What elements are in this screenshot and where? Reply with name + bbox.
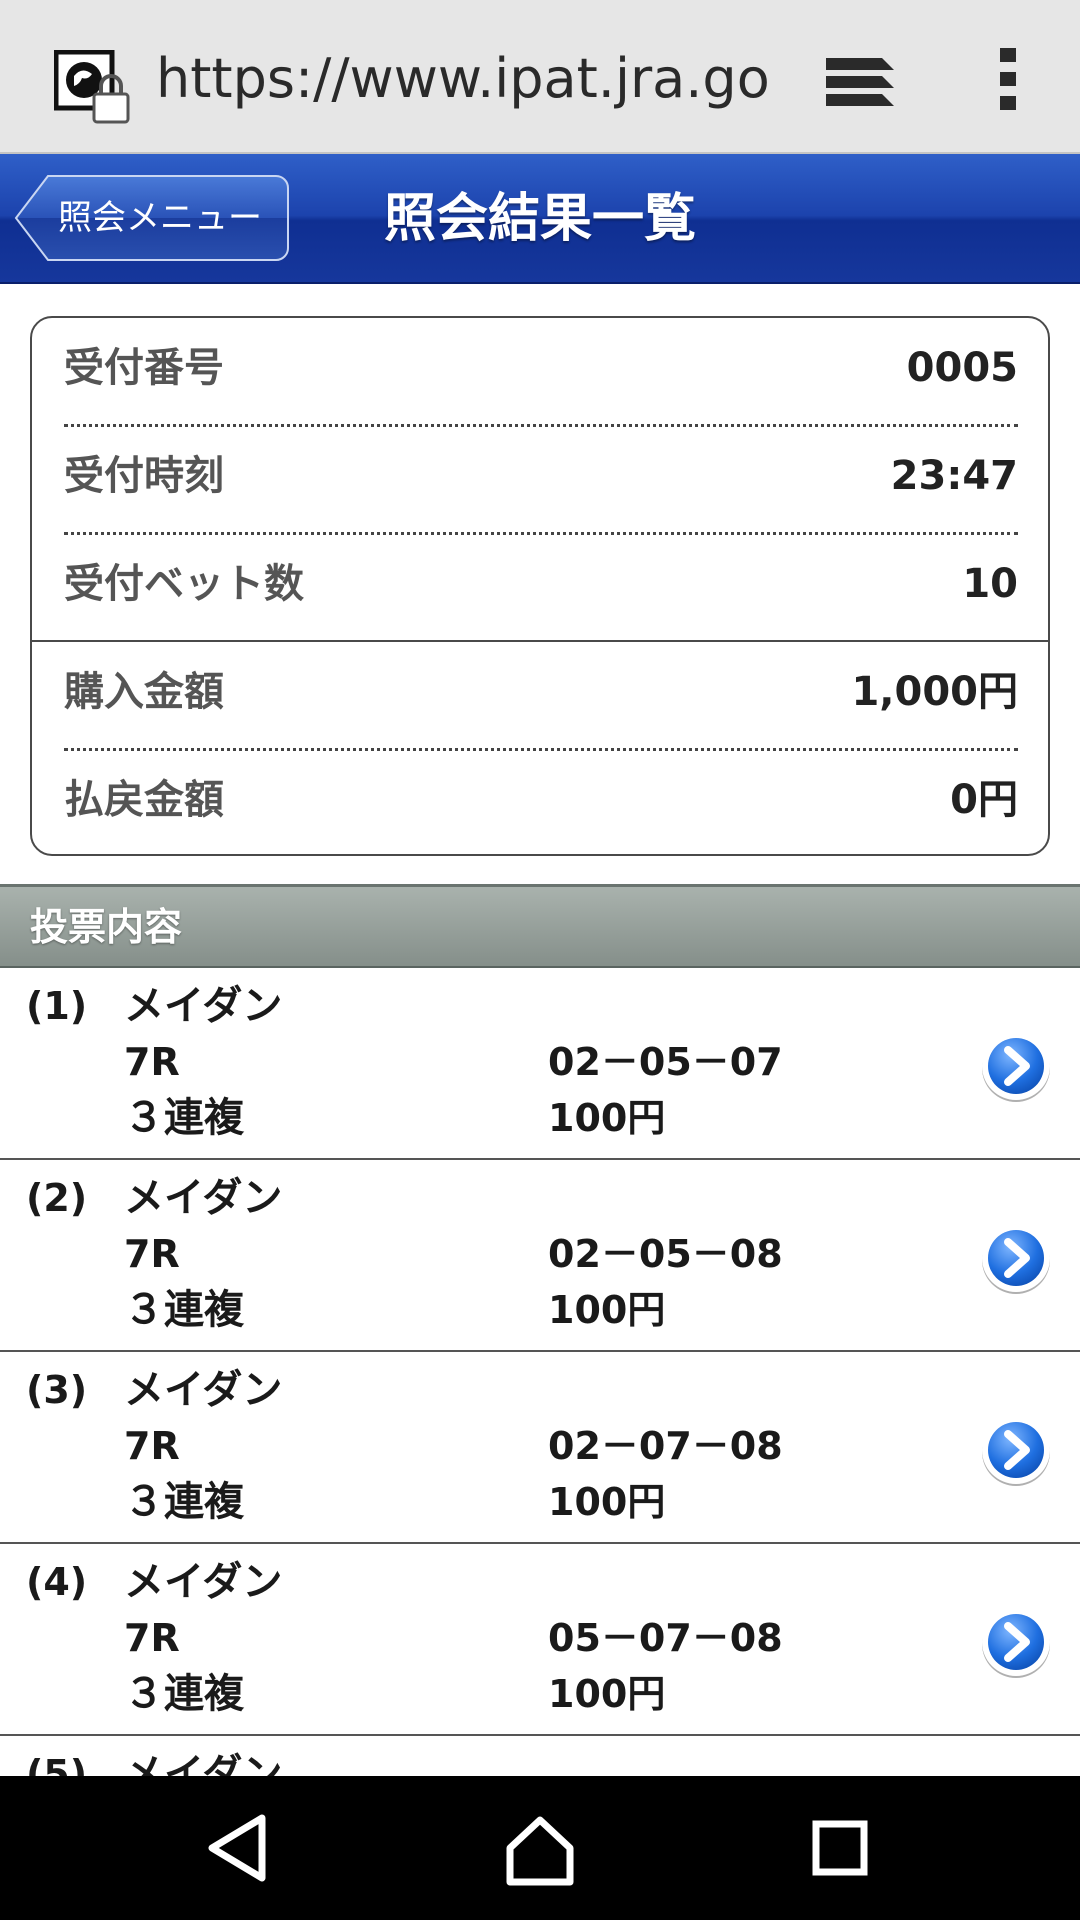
summary-row-bet-count: 受付ベット数 10 bbox=[64, 534, 1018, 642]
list-item[interactable]: (1) メイダン 7R 02－05－07 ３連複 100円 bbox=[0, 968, 1080, 1160]
list-item[interactable]: (4) メイダン 7R 05－07－08 ３連複 100円 bbox=[0, 1544, 1080, 1736]
bet-amount: 100円 bbox=[548, 1096, 666, 1140]
bet-number: (5) bbox=[26, 1752, 88, 1776]
url-field[interactable]: https://www.ipat.jra.go.jp/ bbox=[156, 44, 768, 114]
chevron-right-icon[interactable] bbox=[976, 1410, 1056, 1490]
section-header: 投票内容 bbox=[0, 884, 1080, 968]
bet-number: (2) bbox=[26, 1176, 88, 1220]
summary-value: 23:47 bbox=[890, 453, 1018, 499]
summary-row-receipt-number: 受付番号 0005 bbox=[64, 318, 1018, 426]
bet-number: (3) bbox=[26, 1368, 88, 1412]
bet-venue: メイダン bbox=[124, 1367, 283, 1413]
summary-card: 受付番号 0005 受付時刻 23:47 受付ベット数 10 購入金額 1,00… bbox=[30, 316, 1050, 856]
home-icon[interactable] bbox=[490, 1798, 590, 1898]
app-header: 照会メニュー 照会結果一覧 bbox=[0, 154, 1080, 284]
bet-list: (1) メイダン 7R 02－05－07 ３連複 100円 (2) メイダン 7… bbox=[0, 968, 1080, 1776]
bet-type: ３連複 bbox=[124, 1287, 244, 1333]
bet-venue: メイダン bbox=[124, 1559, 283, 1605]
summary-row-purchase-amount: 購入金額 1,000円 bbox=[64, 642, 1018, 750]
bet-number: (4) bbox=[26, 1560, 88, 1604]
back-menu-button[interactable]: 照会メニュー bbox=[14, 174, 290, 262]
summary-value: 10 bbox=[962, 561, 1018, 607]
summary-value: 0円 bbox=[950, 777, 1018, 823]
overflow-menu-icon[interactable] bbox=[990, 46, 1026, 112]
recents-square-icon[interactable] bbox=[790, 1798, 890, 1898]
page-title: 照会結果一覧 bbox=[383, 189, 696, 249]
browser-address-bar: https://www.ipat.jra.go.jp/ bbox=[0, 0, 1080, 154]
bet-amount: 100円 bbox=[548, 1288, 666, 1332]
bet-venue: メイダン bbox=[124, 1751, 283, 1776]
bet-combination: 02－05－07 bbox=[548, 1040, 783, 1084]
bet-race: 7R bbox=[124, 1232, 180, 1276]
system-nav-bar bbox=[0, 1776, 1080, 1920]
back-menu-label: 照会メニュー bbox=[58, 198, 262, 238]
bet-combination: 02－07－08 bbox=[548, 1424, 783, 1468]
bet-race: 7R bbox=[124, 1424, 180, 1468]
summary-value: 0005 bbox=[906, 345, 1018, 391]
section-title: 投票内容 bbox=[30, 905, 183, 949]
list-item[interactable]: (5) メイダン bbox=[0, 1736, 1080, 1776]
bet-type: ３連複 bbox=[124, 1095, 244, 1141]
chevron-right-icon[interactable] bbox=[976, 1218, 1056, 1298]
bet-amount: 100円 bbox=[548, 1672, 666, 1716]
list-item[interactable]: (2) メイダン 7R 02－05－08 ３連複 100円 bbox=[0, 1160, 1080, 1352]
site-lock-icon[interactable] bbox=[54, 50, 134, 130]
summary-label: 払戻金額 bbox=[64, 777, 224, 823]
bet-type: ３連複 bbox=[124, 1479, 244, 1525]
summary-label: 購入金額 bbox=[64, 669, 224, 715]
list-item[interactable]: (3) メイダン 7R 02－07－08 ３連複 100円 bbox=[0, 1352, 1080, 1544]
bet-venue: メイダン bbox=[124, 1175, 283, 1221]
bet-race: 7R bbox=[124, 1616, 180, 1660]
bet-combination: 05－07－08 bbox=[548, 1616, 783, 1660]
bet-amount: 100円 bbox=[548, 1480, 666, 1524]
chevron-right-icon[interactable] bbox=[976, 1026, 1056, 1106]
summary-row-receipt-time: 受付時刻 23:47 bbox=[64, 426, 1018, 534]
bet-race: 7R bbox=[124, 1040, 180, 1084]
chevron-right-icon[interactable] bbox=[976, 1602, 1056, 1682]
bet-venue: メイダン bbox=[124, 983, 283, 1029]
bet-type: ３連複 bbox=[124, 1671, 244, 1717]
bet-number: (1) bbox=[26, 984, 88, 1028]
summary-label: 受付ベット数 bbox=[64, 561, 304, 607]
bet-combination: 02－05－08 bbox=[548, 1232, 783, 1276]
summary-row-refund-amount: 払戻金額 0円 bbox=[64, 750, 1018, 858]
summary-label: 受付番号 bbox=[64, 345, 224, 391]
tabs-icon[interactable] bbox=[822, 50, 898, 110]
summary-value: 1,000円 bbox=[851, 669, 1018, 715]
back-triangle-icon[interactable] bbox=[190, 1798, 290, 1898]
summary-label: 受付時刻 bbox=[64, 453, 224, 499]
